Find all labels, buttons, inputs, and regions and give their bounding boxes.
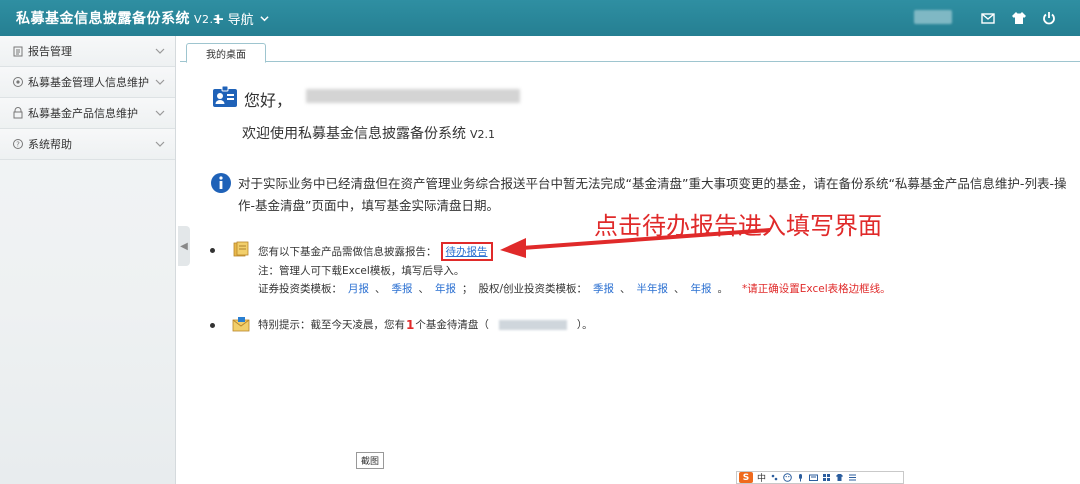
annotation-arrow (500, 228, 771, 258)
ime-toolbar[interactable]: S 中 (736, 471, 904, 484)
special-notice-suffix: ）。 (576, 319, 593, 331)
excel-warning: *请正确设置Excel表格边框线。 (742, 283, 891, 295)
sidebar-item-system-help[interactable]: ? 系统帮助 (0, 129, 175, 160)
toolbox-icon[interactable] (822, 473, 831, 482)
envelope-icon (232, 317, 250, 332)
sidebar-item-label: 系统帮助 (28, 138, 72, 151)
equity-template-label: 股权/创业投资类模板： (478, 283, 588, 295)
tab-my-desktop[interactable]: 我的桌面 (186, 43, 266, 63)
help-icon: ? (13, 139, 23, 149)
svg-text:?: ? (16, 141, 20, 149)
template-note: 注：管理人可下载Excel模板，填写后导入。 (258, 265, 465, 277)
tab-label: 我的桌面 (206, 49, 246, 61)
chevron-down-icon (259, 16, 269, 22)
user-card-icon (213, 85, 237, 107)
chevron-down-icon (155, 79, 165, 85)
tab-bar: 我的桌面 (180, 36, 1080, 63)
special-notice-prefix: 特别提示：截至今天凌晨，您有 (258, 319, 405, 331)
securities-quarterly-link[interactable]: 季报 (392, 281, 413, 296)
special-notice-middle: 个基金待清盘（ (415, 319, 489, 331)
ime-language[interactable]: 中 (757, 472, 766, 483)
welcome-text: 欢迎使用私募基金信息披露备份系统 V2.1 (242, 123, 495, 143)
menu-icon[interactable] (848, 473, 857, 482)
sidebar-item-label: 私募基金产品信息维护 (28, 107, 138, 120)
bullet (210, 248, 215, 253)
sogou-logo-icon[interactable]: S (739, 472, 753, 483)
securities-annual-link[interactable]: 年报 (435, 281, 456, 296)
sidebar-item-label: 报告管理 (28, 45, 72, 58)
screenshot-tooltip: 截图 (356, 452, 385, 469)
list-separator: ； (462, 283, 473, 295)
equity-annual-link[interactable]: 年报 (691, 281, 712, 296)
sidebar-item-product-info[interactable]: 私募基金产品信息维护 (0, 98, 175, 129)
pending-reports-line: 您有以下基金产品需做信息披露报告： 待办报告 (258, 242, 493, 261)
skin-icon[interactable] (835, 473, 844, 482)
list-end: 。 (717, 283, 729, 295)
template-links-line: 证券投资类模板： 月报 、 季报 、 年报 ； 股权/创业投资类模板： 季报 、… (258, 281, 891, 296)
manager-icon (13, 77, 23, 87)
chevron-down-icon (155, 48, 165, 54)
keyboard-icon[interactable] (809, 473, 819, 482)
welcome-version: V2.1 (470, 128, 496, 141)
user-name-blurred[interactable] (914, 10, 952, 24)
equity-quarterly-link[interactable]: 季报 (593, 281, 614, 296)
sidebar-item-report-management[interactable]: 报告管理 (0, 36, 175, 67)
securities-template-label: 证券投资类模板： (258, 283, 342, 295)
chevron-down-icon (155, 110, 165, 116)
power-icon[interactable] (1041, 10, 1057, 26)
emoji-icon[interactable] (783, 473, 792, 482)
app-title: 私募基金信息披露备份系统 V2.1 (16, 8, 221, 28)
bullet (210, 323, 215, 328)
folder-icon (233, 241, 249, 257)
pending-reports-label: 您有以下基金产品需做信息披露报告： (258, 246, 437, 258)
user-name-blurred (306, 89, 520, 103)
fund-name-blurred (498, 319, 567, 330)
list-separator: 、 (375, 283, 386, 295)
special-notice-line: 特别提示：截至今天凌晨，您有 1 个基金待清盘（ ）。 (258, 317, 593, 332)
mail-icon[interactable] (980, 10, 996, 26)
securities-monthly-link[interactable]: 月报 (348, 281, 369, 296)
equity-semiannual-link[interactable]: 半年报 (637, 281, 669, 296)
welcome-message: 欢迎使用私募基金信息披露备份系统 (242, 126, 466, 142)
list-separator: 、 (620, 283, 631, 295)
sidebar: 报告管理 私募基金管理人信息维护 私募基金产品信息维护 ? 系统帮助 (0, 36, 176, 484)
nav-label: 导航 (227, 13, 254, 28)
todo-reports-link[interactable]: 待办报告 (440, 242, 493, 261)
report-icon (13, 46, 23, 57)
app-title-text: 私募基金信息披露备份系统 (16, 11, 190, 27)
info-icon (211, 173, 231, 193)
sidebar-item-manager-info[interactable]: 私募基金管理人信息维护 (0, 67, 175, 98)
shirt-icon[interactable] (1011, 10, 1027, 26)
punctuation-icon[interactable] (770, 473, 779, 482)
product-icon (13, 107, 23, 119)
chevron-down-icon (155, 141, 165, 147)
sidebar-item-label: 私募基金管理人信息维护 (28, 76, 149, 89)
list-separator: 、 (418, 283, 430, 295)
pending-clearance-count: 1 (406, 317, 415, 332)
nav-menu-button[interactable]: + 导航 (212, 9, 269, 28)
plus-icon: + (212, 9, 225, 28)
greeting-text: 您好， (244, 91, 293, 110)
microphone-icon[interactable] (796, 473, 805, 482)
top-header: 私募基金信息披露备份系统 V2.1 + 导航 (0, 0, 1080, 36)
main-content: 您好， 欢迎使用私募基金信息披露备份系统 V2.1 对于实际业务中已经清盘但在资产… (180, 62, 1080, 484)
list-separator: 、 (674, 283, 685, 295)
